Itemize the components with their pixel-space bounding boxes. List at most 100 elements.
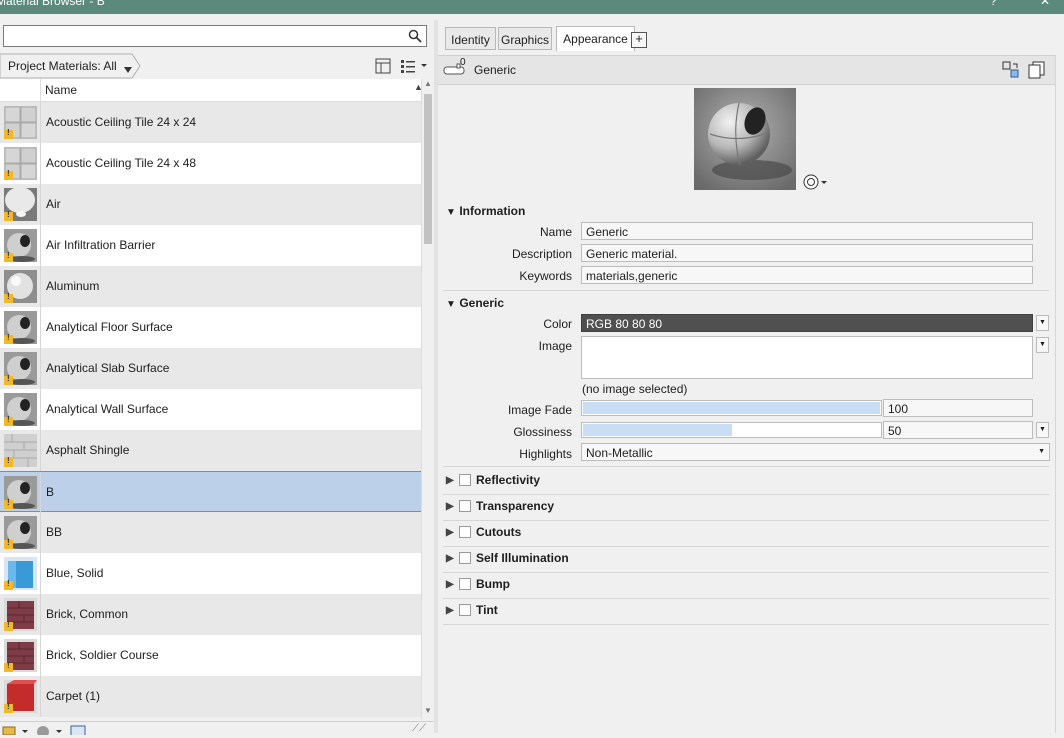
name-label: Name: [539, 225, 572, 239]
section-enable-checkbox[interactable]: [459, 552, 471, 564]
collapsed-triangle-icon[interactable]: ▶: [446, 475, 454, 486]
duplicate-asset-icon[interactable]: [1028, 61, 1046, 82]
close-button[interactable]: ✕: [1040, 0, 1050, 8]
editor-scrollbar[interactable]: [1055, 55, 1064, 733]
section-enable-checkbox[interactable]: [459, 526, 471, 538]
asset-browser-icon[interactable]: [70, 724, 86, 738]
color-swatch-field[interactable]: RGB 80 80 80: [581, 314, 1033, 332]
section-enable-checkbox[interactable]: [459, 474, 471, 486]
resize-grip-icon[interactable]: ⟋⟋: [412, 723, 426, 734]
material-row[interactable]: Analytical Slab Surface: [0, 348, 421, 389]
search-input[interactable]: [8, 27, 402, 47]
material-row[interactable]: Asphalt Shingle: [0, 430, 421, 471]
material-thumbnail: [4, 639, 37, 672]
search-box[interactable]: [3, 25, 427, 47]
material-name: BB: [46, 525, 63, 539]
material-create-icon[interactable]: [36, 724, 64, 738]
section-self-illumination[interactable]: ▶ Self Illumination: [446, 551, 1046, 571]
material-thumbnail: [4, 598, 37, 631]
scrollbar-thumb[interactable]: [424, 94, 432, 244]
section-tint[interactable]: ▶ Tint: [446, 603, 1046, 623]
section-reflectivity[interactable]: ▶ Reflectivity: [446, 473, 1046, 493]
section-transparency[interactable]: ▶ Transparency: [446, 499, 1046, 519]
chevron-down-icon[interactable]: ▼: [1038, 448, 1045, 455]
collapsed-triangle-icon[interactable]: ▶: [446, 527, 454, 538]
name-field[interactable]: Generic: [581, 222, 1033, 240]
tab-graphics[interactable]: Graphics: [498, 27, 552, 50]
search-icon[interactable]: [408, 29, 422, 46]
material-row[interactable]: Air Infiltration Barrier: [0, 225, 421, 266]
highlights-select[interactable]: Non-Metallic ▼: [581, 443, 1050, 461]
preview-options-icon[interactable]: [802, 173, 828, 194]
collapsed-triangle-icon[interactable]: ▶: [446, 579, 454, 590]
glossiness-fill: [583, 424, 732, 436]
material-row[interactable]: Acoustic Ceiling Tile 24 x 24: [0, 102, 421, 143]
material-row[interactable]: Carpet (1): [0, 676, 421, 717]
warning-icon: [4, 333, 13, 344]
material-name: Analytical Floor Surface: [46, 320, 173, 334]
warning-icon: [4, 128, 13, 139]
name-column-header[interactable]: Name: [45, 83, 77, 97]
material-thumbnail: [4, 229, 37, 262]
collapsed-triangle-icon[interactable]: ▶: [446, 553, 454, 564]
section-enable-checkbox[interactable]: [459, 578, 471, 590]
keywords-field[interactable]: materials,generic: [581, 266, 1033, 284]
section-enable-checkbox[interactable]: [459, 604, 471, 616]
generic-section-header[interactable]: ▼ Generic: [446, 296, 504, 310]
material-row[interactable]: B: [0, 471, 421, 513]
help-button[interactable]: ?: [990, 0, 997, 8]
material-row[interactable]: Aluminum: [0, 266, 421, 307]
material-name: Aluminum: [46, 279, 100, 293]
material-name: B: [46, 485, 55, 499]
replace-asset-icon[interactable]: [1002, 61, 1020, 82]
warning-icon: [4, 579, 13, 590]
tab-appearance[interactable]: Appearance: [556, 26, 635, 51]
warning-icon: [4, 251, 13, 262]
color-options-dropdown[interactable]: ▼: [1036, 315, 1049, 331]
image-options-dropdown[interactable]: ▼: [1036, 337, 1049, 353]
section-bump[interactable]: ▶ Bump: [446, 577, 1046, 597]
list-scrollbar[interactable]: ▲ ▼: [421, 79, 434, 719]
material-row[interactable]: Brick, Common: [0, 594, 421, 635]
description-field[interactable]: Generic material.: [581, 244, 1033, 262]
image-fade-slider[interactable]: [581, 400, 882, 416]
material-row[interactable]: Brick, Soldier Course: [0, 635, 421, 676]
add-asset-button[interactable]: +: [631, 32, 647, 48]
glossiness-slider[interactable]: [581, 422, 882, 438]
project-materials-filter[interactable]: Project Materials: All: [0, 53, 141, 79]
section-cutouts[interactable]: ▶ Cutouts: [446, 525, 1046, 545]
glossiness-value-field[interactable]: 50: [883, 421, 1033, 439]
scroll-up-icon[interactable]: ▲: [424, 79, 432, 88]
expanded-triangle-icon[interactable]: ▼: [446, 207, 456, 218]
library-icon[interactable]: [2, 724, 30, 738]
collapsed-triangle-icon[interactable]: ▶: [446, 605, 454, 616]
warning-icon: [4, 620, 13, 631]
material-row[interactable]: Blue, Solid: [0, 553, 421, 594]
material-row[interactable]: Analytical Wall Surface: [0, 389, 421, 430]
material-thumbnail: [4, 516, 37, 549]
material-name: Asphalt Shingle: [46, 443, 130, 457]
expanded-triangle-icon[interactable]: ▼: [446, 299, 456, 310]
material-editor-panel: Identity Graphics Appearance + 0 Generic: [438, 20, 1064, 733]
section-label: Bump: [476, 577, 510, 591]
chevron-down-icon[interactable]: [124, 62, 132, 76]
material-name: Brick, Common: [46, 607, 129, 621]
material-row[interactable]: BB: [0, 512, 421, 553]
material-preview-image: [694, 88, 796, 190]
list-view-icon[interactable]: [400, 58, 428, 77]
section-label: Reflectivity: [476, 473, 541, 487]
material-row[interactable]: Acoustic Ceiling Tile 24 x 48: [0, 143, 421, 184]
material-name: Blue, Solid: [46, 566, 104, 580]
layout-icon[interactable]: [375, 58, 391, 77]
keywords-label: Keywords: [519, 269, 572, 283]
section-enable-checkbox[interactable]: [459, 500, 471, 512]
collapsed-triangle-icon[interactable]: ▶: [446, 501, 454, 512]
material-row[interactable]: Air: [0, 184, 421, 225]
tab-identity[interactable]: Identity: [445, 27, 496, 50]
glossiness-options-dropdown[interactable]: ▼: [1036, 422, 1049, 438]
image-fade-value-field[interactable]: 100: [883, 399, 1033, 417]
material-row[interactable]: Analytical Floor Surface: [0, 307, 421, 348]
information-section-header[interactable]: ▼ Information: [446, 204, 525, 218]
image-slot[interactable]: [581, 336, 1033, 379]
scroll-down-icon[interactable]: ▼: [424, 706, 432, 715]
